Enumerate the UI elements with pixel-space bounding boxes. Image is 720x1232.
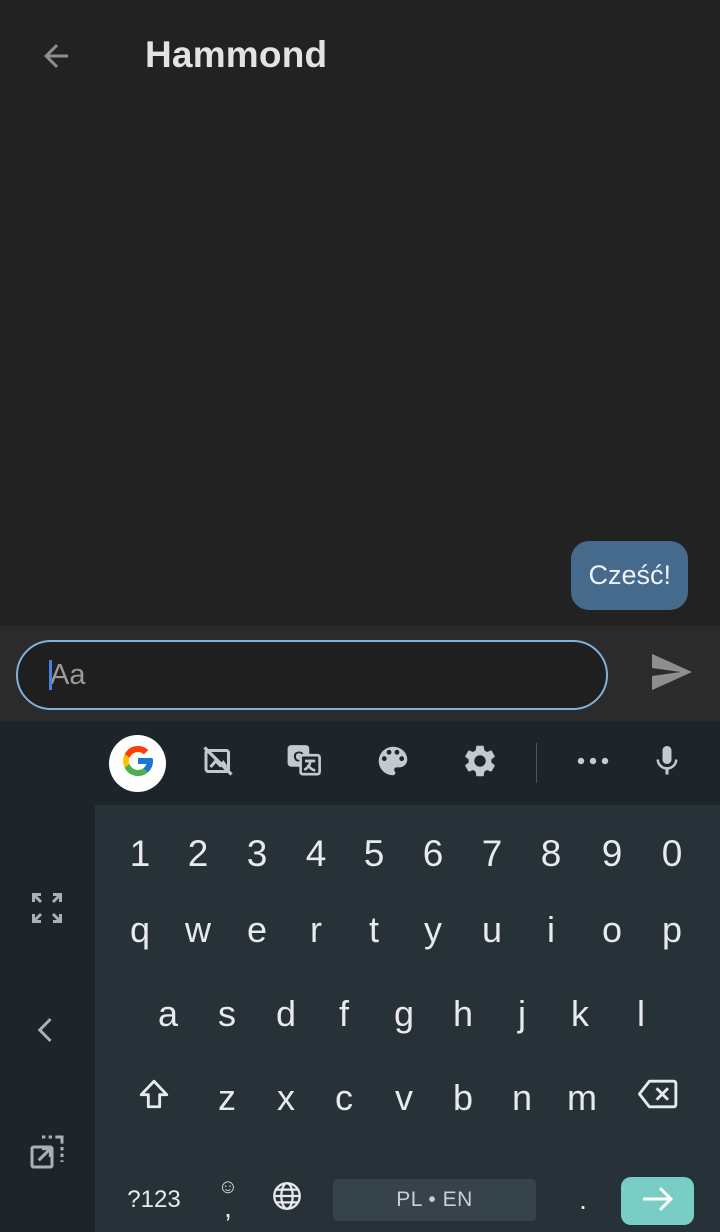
outgoing-message-bubble[interactable]: Cześć! bbox=[571, 541, 688, 610]
palette-icon bbox=[374, 742, 412, 785]
settings-button[interactable] bbox=[452, 735, 508, 791]
google-icon bbox=[120, 743, 156, 784]
key-t[interactable]: t bbox=[356, 907, 392, 953]
symbols-key[interactable]: ?123 bbox=[119, 1179, 189, 1221]
comma-label: , bbox=[224, 1192, 232, 1223]
message-input[interactable] bbox=[18, 642, 606, 708]
on-screen-keyboard: G 1 2 3 4 5 6 7 8 9 0 q w e r t y u i o … bbox=[0, 721, 720, 1232]
language-switch-key[interactable] bbox=[265, 1179, 309, 1221]
more-button[interactable] bbox=[565, 735, 621, 791]
key-i[interactable]: i bbox=[533, 907, 569, 953]
key-9[interactable]: 9 bbox=[594, 831, 630, 877]
message-list: Cześć! bbox=[0, 112, 720, 626]
back-button[interactable] bbox=[30, 32, 82, 84]
key-p[interactable]: p bbox=[654, 907, 690, 953]
keyboard-toolbar: G bbox=[95, 721, 720, 805]
image-off-button[interactable] bbox=[190, 735, 246, 791]
shift-icon bbox=[136, 1077, 172, 1120]
key-5[interactable]: 5 bbox=[356, 831, 392, 877]
key-c[interactable]: c bbox=[326, 1075, 362, 1121]
key-j[interactable]: j bbox=[504, 991, 540, 1037]
key-4[interactable]: 4 bbox=[298, 831, 334, 877]
key-e[interactable]: e bbox=[239, 907, 275, 953]
shift-key[interactable] bbox=[129, 1075, 179, 1121]
expand-icon bbox=[29, 890, 65, 931]
key-f[interactable]: f bbox=[326, 991, 362, 1037]
float-keyboard-button[interactable] bbox=[20, 1127, 74, 1181]
key-u[interactable]: u bbox=[474, 907, 510, 953]
key-l[interactable]: l bbox=[623, 991, 659, 1037]
microphone-icon bbox=[649, 742, 685, 785]
image-off-icon bbox=[200, 743, 236, 784]
key-h[interactable]: h bbox=[445, 991, 481, 1037]
conversation-title: Hammond bbox=[145, 34, 328, 75]
key-1[interactable]: 1 bbox=[122, 831, 158, 877]
key-s[interactable]: s bbox=[209, 991, 245, 1037]
google-search-button[interactable] bbox=[109, 735, 166, 792]
gear-icon bbox=[461, 742, 499, 785]
send-icon bbox=[650, 652, 694, 697]
key-z[interactable]: z bbox=[209, 1075, 245, 1121]
key-y[interactable]: y bbox=[415, 907, 451, 953]
space-key[interactable]: PL • EN bbox=[333, 1179, 536, 1221]
key-b[interactable]: b bbox=[445, 1075, 481, 1121]
voice-input-button[interactable] bbox=[639, 735, 695, 791]
period-key[interactable]: . bbox=[563, 1179, 603, 1221]
text-caret bbox=[49, 660, 52, 690]
translate-button[interactable]: G bbox=[277, 735, 333, 791]
backspace-icon bbox=[638, 1077, 678, 1119]
expand-keyboard-button[interactable] bbox=[20, 883, 74, 937]
key-3[interactable]: 3 bbox=[239, 831, 275, 877]
enter-key[interactable] bbox=[621, 1177, 694, 1225]
emoji-comma-key[interactable]: ☺ , bbox=[208, 1177, 248, 1223]
key-g[interactable]: g bbox=[386, 991, 422, 1037]
send-button[interactable] bbox=[648, 652, 696, 696]
key-2[interactable]: 2 bbox=[180, 831, 216, 877]
key-k[interactable]: k bbox=[562, 991, 598, 1037]
arrow-left-icon bbox=[38, 38, 74, 79]
globe-icon bbox=[270, 1179, 304, 1222]
key-r[interactable]: r bbox=[298, 907, 334, 953]
key-q[interactable]: q bbox=[122, 907, 158, 953]
translate-icon: G bbox=[286, 743, 324, 784]
arrow-right-icon bbox=[640, 1185, 676, 1218]
backspace-key[interactable] bbox=[633, 1075, 683, 1121]
more-icon bbox=[575, 754, 611, 772]
key-d[interactable]: d bbox=[268, 991, 304, 1037]
resize-icon bbox=[27, 1132, 67, 1177]
key-w[interactable]: w bbox=[180, 907, 216, 953]
message-composer bbox=[0, 626, 720, 721]
key-8[interactable]: 8 bbox=[533, 831, 569, 877]
keyboard-side-rail bbox=[0, 805, 95, 1232]
key-7[interactable]: 7 bbox=[474, 831, 510, 877]
keyboard-keys: 1 2 3 4 5 6 7 8 9 0 q w e r t y u i o p … bbox=[95, 805, 720, 1232]
key-x[interactable]: x bbox=[268, 1075, 304, 1121]
app-header: Hammond bbox=[0, 0, 720, 112]
toolbar-divider bbox=[536, 743, 537, 783]
theme-button[interactable] bbox=[365, 735, 421, 791]
key-n[interactable]: n bbox=[504, 1075, 540, 1121]
key-v[interactable]: v bbox=[386, 1075, 422, 1121]
key-m[interactable]: m bbox=[562, 1075, 602, 1121]
chevron-left-icon bbox=[31, 1012, 63, 1053]
key-6[interactable]: 6 bbox=[415, 831, 451, 877]
collapse-button[interactable] bbox=[20, 1005, 74, 1059]
key-o[interactable]: o bbox=[594, 907, 630, 953]
key-0[interactable]: 0 bbox=[654, 831, 690, 877]
message-input-container bbox=[16, 640, 608, 710]
key-a[interactable]: a bbox=[150, 991, 186, 1037]
